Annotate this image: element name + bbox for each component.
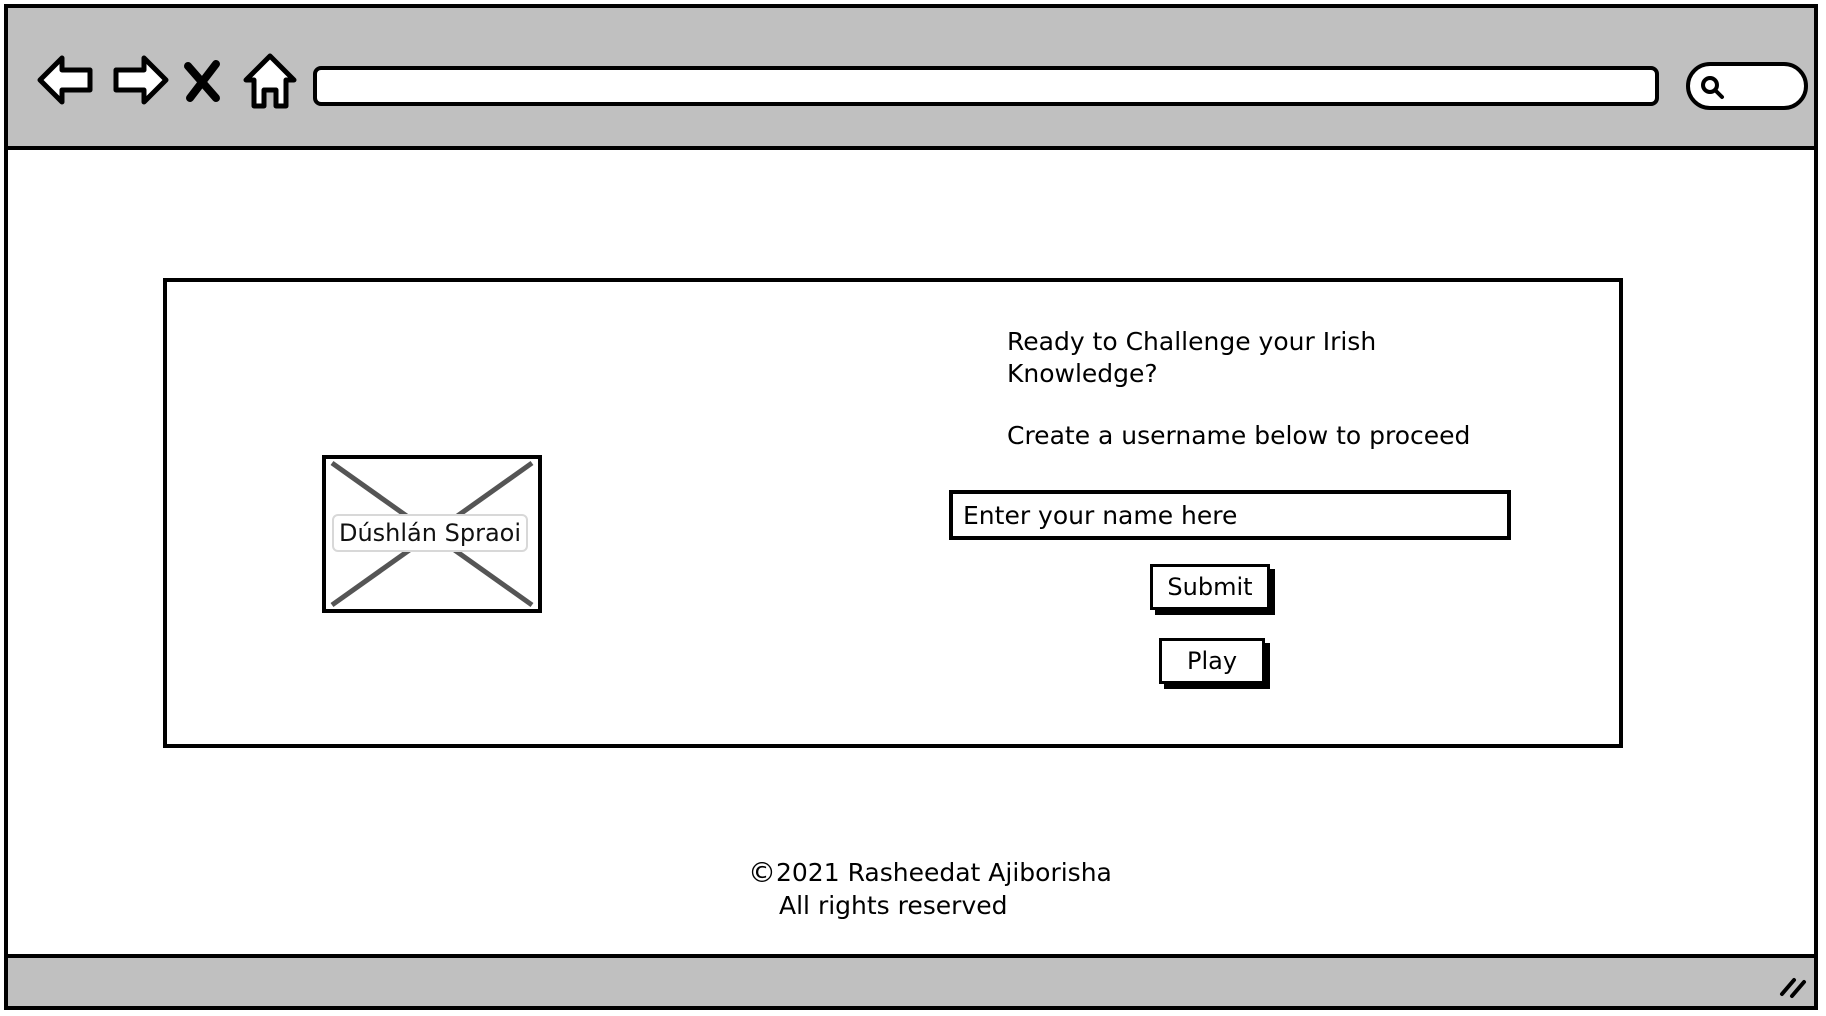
resize-grip-icon[interactable] [1776, 968, 1810, 1002]
submit-button[interactable]: Submit [1150, 564, 1270, 610]
browser-window: Dúshlán Spraoi Ready to Challenge your I… [4, 4, 1818, 1010]
forward-arrow-icon[interactable] [108, 48, 172, 112]
footer: ©2021 Rasheedat Ajiborisha All rights re… [748, 856, 1168, 922]
username-input[interactable] [949, 490, 1511, 540]
play-button[interactable]: Play [1159, 638, 1265, 684]
logo-label: Dúshlán Spraoi [332, 514, 528, 552]
rights-text: All rights reserved [779, 891, 1008, 920]
address-bar[interactable] [313, 66, 1659, 106]
copyright-text: 2021 Rasheedat Ajiborisha [776, 858, 1112, 887]
main-panel: Dúshlán Spraoi Ready to Challenge your I… [163, 278, 1623, 748]
copyright-icon: © [748, 856, 776, 889]
status-bar [8, 954, 1814, 1006]
back-arrow-icon[interactable] [34, 48, 98, 112]
browser-toolbar [8, 8, 1814, 150]
search-icon [1701, 76, 1724, 99]
search-box[interactable] [1686, 62, 1808, 110]
copyright-line: ©2021 Rasheedat Ajiborisha [748, 856, 1168, 889]
close-icon[interactable] [178, 48, 226, 112]
home-icon[interactable] [238, 48, 302, 112]
page-title: Ready to Challenge your Irish Knowledge? [1007, 327, 1377, 388]
logo-image: Dúshlán Spraoi [322, 455, 542, 613]
instruction-text: Create a username below to proceed [1007, 421, 1471, 450]
